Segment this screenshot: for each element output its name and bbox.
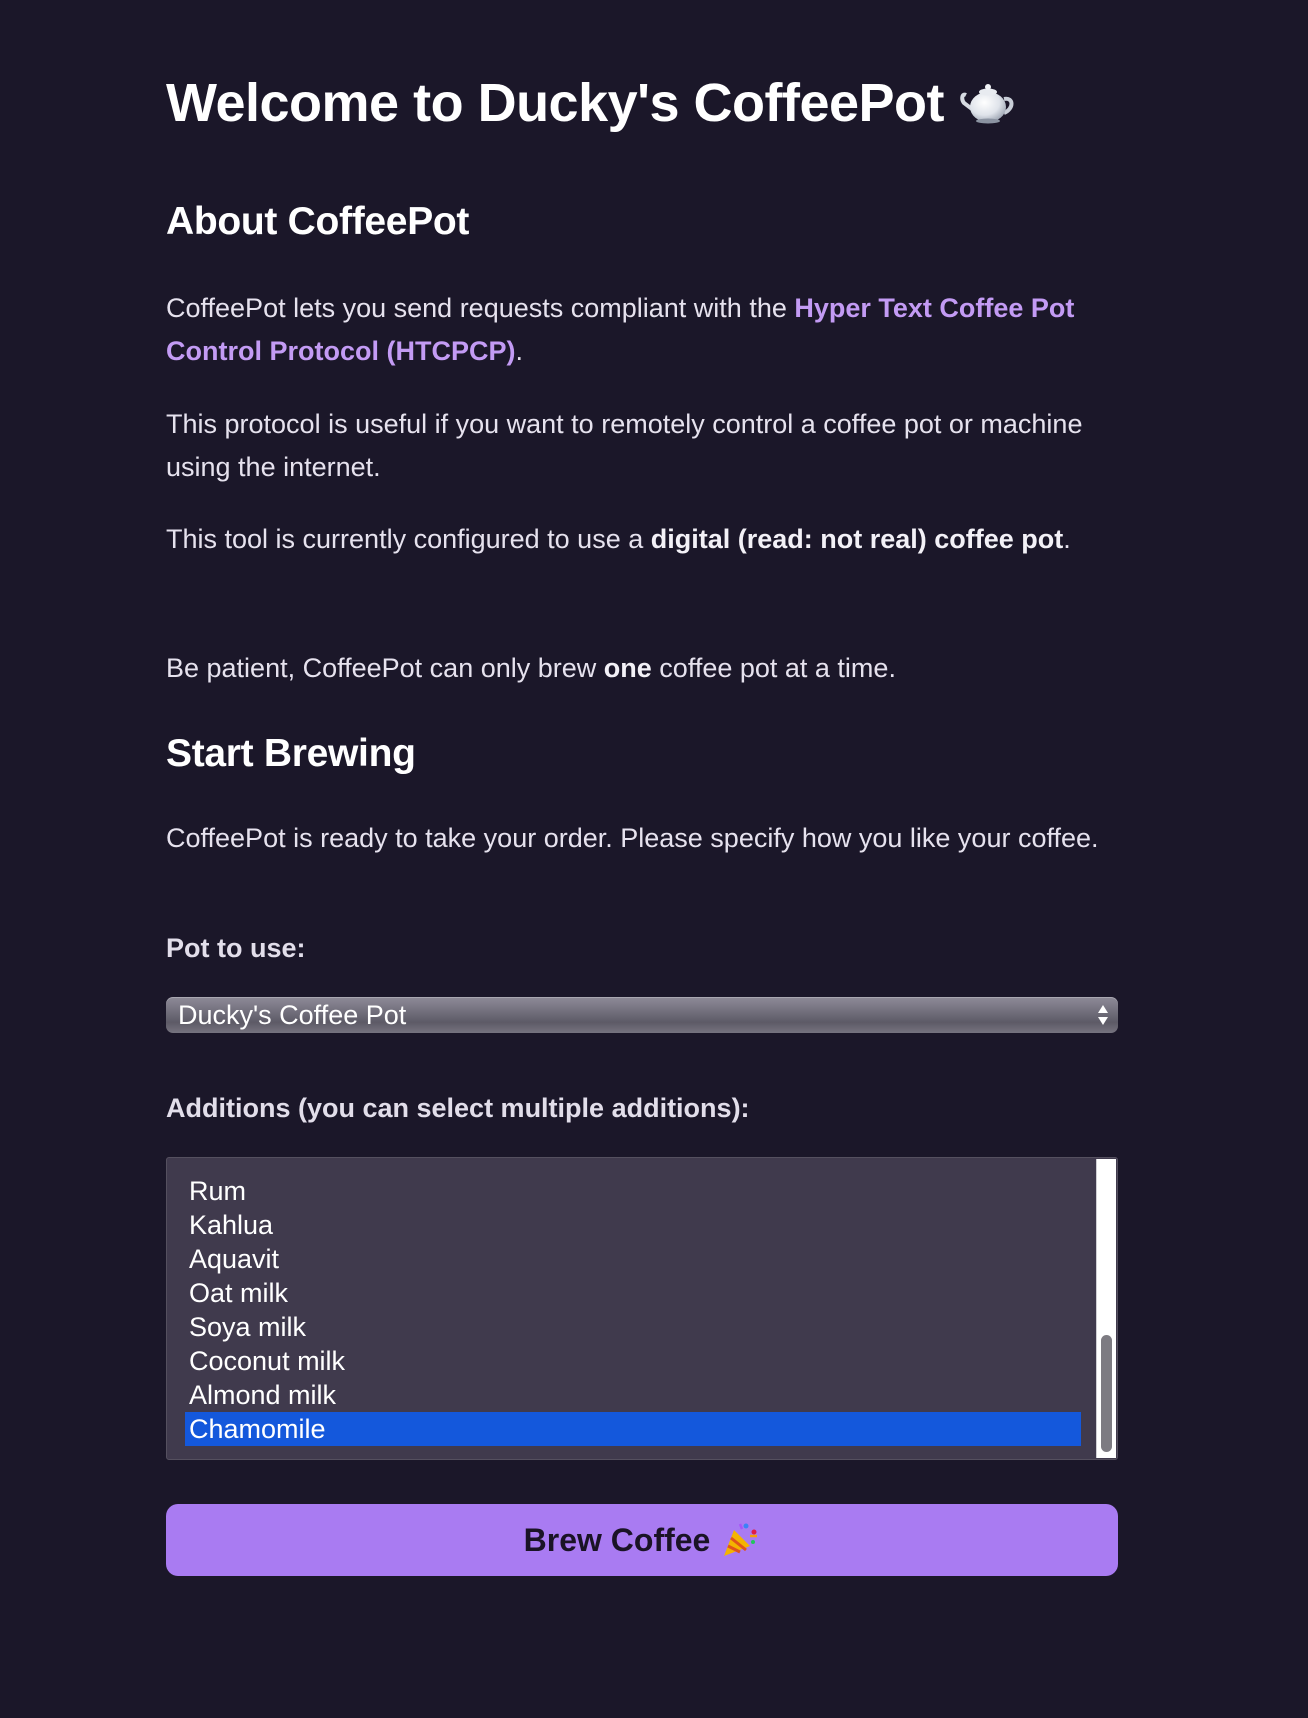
addition-option-aquavit[interactable]: Aquavit <box>185 1242 1081 1276</box>
about-paragraph-1-suffix: . <box>515 336 523 366</box>
pot-select-value: Ducky's Coffee Pot <box>178 1000 407 1030</box>
pot-select[interactable]: Ducky's Coffee Pot <box>166 997 1118 1033</box>
brew-coffee-button[interactable]: Brew Coffee <box>166 1504 1118 1576</box>
addition-option-coconut-milk[interactable]: Coconut milk <box>185 1344 1081 1378</box>
brewing-heading: Start Brewing <box>166 732 416 775</box>
about-paragraph-1-text: CoffeePot lets you send requests complia… <box>166 293 795 323</box>
about-paragraph-1: CoffeePot lets you send requests complia… <box>166 287 1118 373</box>
page-title-text: Welcome to Ducky's CoffeePot <box>166 73 945 133</box>
additions-listbox[interactable]: Rum Kahlua Aquavit Oat milk Soya milk Co… <box>166 1157 1118 1460</box>
brew-coffee-label: Brew Coffee <box>523 1521 711 1558</box>
additions-scrollbar[interactable] <box>1096 1159 1116 1458</box>
about-paragraph-4-bold: one <box>603 653 652 683</box>
addition-option-kahlua[interactable]: Kahlua <box>185 1208 1081 1242</box>
about-paragraph-4: Be patient, CoffeePot can only brew one … <box>166 647 1118 690</box>
teapot-icon <box>960 84 1014 124</box>
additions-label: Additions (you can select multiple addit… <box>166 1093 750 1123</box>
page-title: Welcome to Ducky's CoffeePot <box>166 72 1016 134</box>
select-arrows-icon <box>1098 1005 1108 1025</box>
about-paragraph-3-text: This tool is currently configured to use… <box>166 524 651 554</box>
about-paragraph-3: This tool is currently configured to use… <box>166 518 1118 561</box>
about-heading: About CoffeePot <box>166 200 470 243</box>
addition-option-almond-milk[interactable]: Almond milk <box>185 1378 1081 1412</box>
pot-label: Pot to use: <box>166 933 306 963</box>
addition-option-chamomile[interactable]: Chamomile <box>185 1412 1081 1446</box>
addition-option-rum[interactable]: Rum <box>185 1174 1081 1208</box>
party-popper-icon <box>724 1523 758 1556</box>
about-paragraph-2: This protocol is useful if you want to r… <box>166 409 1083 482</box>
additions-scrollbar-thumb[interactable] <box>1101 1335 1112 1452</box>
about-paragraph-3-bold: digital (read: not real) coffee pot <box>650 524 1064 554</box>
about-paragraph-3-suffix: . <box>1063 524 1071 554</box>
addition-option-oat-milk[interactable]: Oat milk <box>185 1276 1081 1310</box>
about-paragraph-4-suffix: coffee pot at a time. <box>651 653 896 683</box>
about-paragraph-4-text: Be patient, CoffeePot can only brew <box>166 653 604 683</box>
brewing-intro: CoffeePot is ready to take your order. P… <box>166 823 1099 853</box>
addition-option-soya-milk[interactable]: Soya milk <box>185 1310 1081 1344</box>
